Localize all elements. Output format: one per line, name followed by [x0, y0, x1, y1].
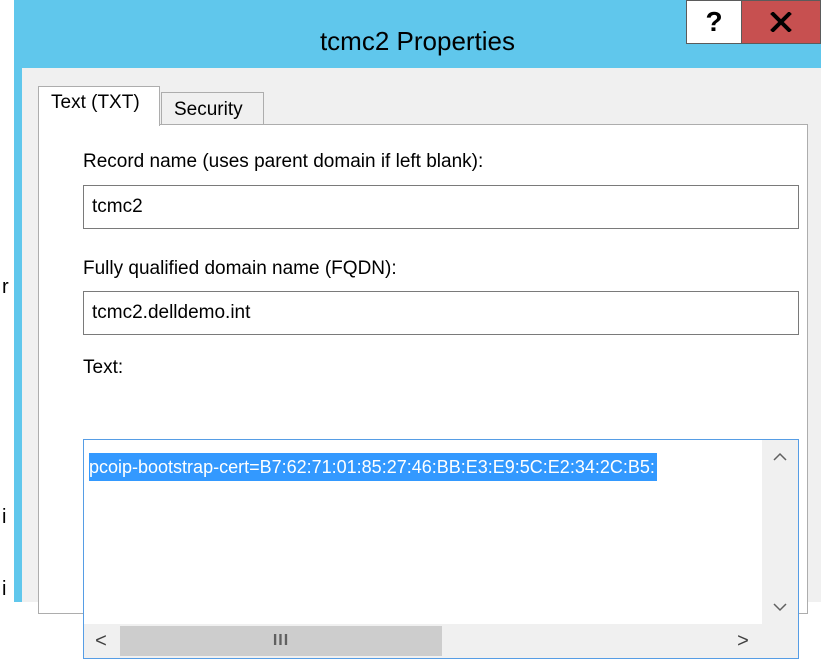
close-button[interactable]	[742, 0, 821, 44]
title-bar[interactable]: tcmc2 Properties ?	[14, 0, 821, 68]
chevron-up-icon	[773, 452, 787, 461]
record-name-input[interactable]	[83, 185, 799, 229]
dialog-client-area: Text (TXT) Security Record name (uses pa…	[22, 68, 821, 659]
background-text-fragment: r	[2, 276, 9, 298]
vertical-scrollbar[interactable]	[762, 440, 798, 626]
help-icon: ?	[705, 6, 723, 37]
help-button[interactable]: ?	[686, 0, 742, 44]
scrollbar-corner	[762, 624, 798, 658]
fqdn-label: Fully qualified domain name (FQDN):	[83, 258, 397, 279]
background-window-edge: r i i	[0, 0, 14, 602]
tab-security[interactable]: Security	[161, 92, 264, 124]
properties-dialog: tcmc2 Properties ? Text (TXT) Security R…	[14, 0, 821, 659]
thumb-grip-icon: III	[272, 632, 290, 649]
fqdn-field[interactable]	[83, 291, 799, 335]
background-text-fragment: i	[2, 578, 7, 600]
tab-text-txt[interactable]: Text (TXT)	[38, 86, 160, 126]
text-value-textarea[interactable]: pcoip-bootstrap-cert=B7:62:71:01:85:27:4…	[83, 439, 799, 659]
close-icon	[770, 12, 792, 32]
background-text-fragment: i	[2, 506, 7, 528]
text-label: Text:	[83, 357, 124, 378]
record-name-label: Record name (uses parent domain if left …	[83, 151, 484, 172]
scroll-right-button[interactable]: >	[726, 624, 760, 658]
scroll-up-button[interactable]	[762, 440, 798, 474]
horizontal-scroll-thumb[interactable]: III	[120, 626, 442, 656]
chevron-down-icon	[773, 603, 787, 612]
scroll-left-button[interactable]: <	[84, 624, 118, 658]
horizontal-scrollbar[interactable]: < III >	[84, 624, 798, 658]
scroll-down-button[interactable]	[762, 590, 798, 624]
tab-panel: Record name (uses parent domain if left …	[38, 124, 808, 659]
selected-text-line: pcoip-bootstrap-cert=B7:62:71:01:85:27:4…	[89, 453, 657, 481]
